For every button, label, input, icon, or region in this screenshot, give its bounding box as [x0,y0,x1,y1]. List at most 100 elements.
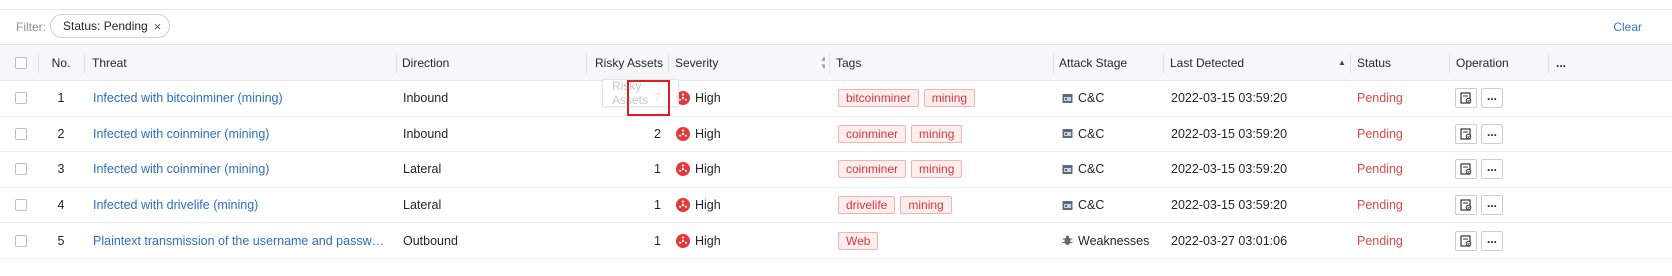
filter-chip-status[interactable]: Status: Pending × [50,14,171,38]
threat-cell: Infected with bitcoinminer (mining) [93,81,390,116]
tag-badge[interactable]: bitcoinminer [838,89,919,108]
risky-assets-count[interactable]: 1 [590,223,661,258]
view-details-button[interactable] [1455,123,1477,144]
last-detected-cell: 2022-03-15 03:59:20 [1171,198,1288,213]
column-divider [1350,53,1351,73]
severity-cell: High [676,223,826,258]
status-badge: Pending [1357,233,1403,248]
filter-label: Filter: [16,20,46,34]
tag-badge[interactable]: mining [911,160,963,179]
header-tags[interactable]: Tags [836,45,1046,80]
more-actions-button[interactable]: ... [1481,159,1503,180]
risky-assets-count[interactable]: 1 [590,188,661,223]
header-last-detected-label: Last Detected [1170,55,1245,70]
row-checkbox-cell[interactable] [11,188,31,223]
view-details-button[interactable] [1455,230,1477,251]
table-row[interactable]: 2 Infected with coinminer (mining) Inbou… [0,116,1672,153]
tag-badge[interactable]: mining [923,89,976,108]
report-icon [1460,235,1472,247]
column-divider [396,53,397,73]
tag-badge[interactable]: mining [911,124,963,143]
attack-stage-cell: C&C [1062,117,1162,152]
sort-icon[interactable]: ▲ ▼ [816,54,825,71]
table-row[interactable]: 1 Infected with bitcoinminer (mining) In… [0,81,1672,117]
threat-cell: Infected with drivelife (mining) [93,188,390,223]
tag-badge[interactable]: drivelife [838,196,896,215]
row-checkbox[interactable] [15,127,27,140]
row-checkbox[interactable] [15,199,27,212]
row-checkbox-cell[interactable] [11,117,31,152]
header-risky-assets[interactable]: Risky Assets [590,45,663,80]
more-actions-button[interactable]: ... [1481,88,1503,109]
cnc-icon [1062,200,1078,211]
header-status[interactable]: Status [1357,45,1445,80]
table-row[interactable]: 5 Plaintext transmission of the username… [0,223,1672,259]
clear-filter-link[interactable]: Clear [1613,20,1642,34]
last-detected-cell: 2022-03-15 03:59:20 [1171,91,1288,106]
row-checkbox[interactable] [15,234,27,247]
close-icon[interactable]: × [154,19,162,34]
table-row[interactable]: 4 Infected with drivelife (mining) Later… [0,187,1672,224]
more-actions-button[interactable]: ... [1481,123,1503,144]
last-detected-cell: 2022-03-15 03:59:20 [1171,126,1288,141]
threat-link[interactable]: Infected with coinminer (mining) [93,127,269,141]
threat-link[interactable]: Infected with bitcoinminer (mining) [93,91,283,105]
attack-stage-label: C&C [1078,91,1105,106]
direction-cell: Lateral [403,198,442,213]
status-badge: Pending [1357,162,1403,177]
row-no: 4 [57,198,65,213]
header-direction[interactable]: Direction [402,45,582,80]
severity-label: High [695,233,721,248]
tag-badge[interactable]: mining [900,196,952,215]
header-severity[interactable]: Severity ▲ ▼ [675,45,825,80]
row-checkbox-cell[interactable] [11,152,31,187]
more-actions-button[interactable]: ... [1481,195,1503,216]
more-actions-button[interactable]: ... [1481,230,1503,251]
row-checkbox[interactable] [15,92,27,105]
operation-cell: ... [1455,152,1545,187]
threat-link[interactable]: Infected with coinminer (mining) [93,162,269,176]
view-details-button[interactable] [1455,195,1477,216]
select-all-checkbox-cell[interactable] [11,45,31,80]
row-checkbox-cell[interactable] [11,81,31,116]
header-no[interactable]: No. [38,45,84,80]
tags-cell: Web [838,223,1048,258]
view-details-button[interactable] [1455,88,1477,109]
last-detected-cell: 2022-03-15 03:59:20 [1171,162,1288,177]
tags-cell: bitcoinminer mining [838,81,1048,116]
tag-badge[interactable]: coinminer [838,160,907,179]
status-badge: Pending [1357,126,1403,141]
select-all-checkbox[interactable] [15,56,27,69]
table-header: No. Threat Direction Risky Assets Severi… [0,44,1672,81]
risky-assets-count[interactable]: 2 [590,117,661,152]
operation-cell: ... [1455,81,1545,116]
ellipsis-icon: ... [1486,196,1497,211]
operation-cell: ... [1455,223,1545,258]
attack-stage-cell: C&C [1062,188,1162,223]
last-detected-cell: 2022-03-27 03:01:06 [1171,233,1288,248]
severity-cell: High [676,117,826,152]
row-checkbox[interactable] [15,163,27,176]
column-settings-icon[interactable]: ... [1556,45,1576,80]
header-attack-stage[interactable]: Attack Stage [1059,45,1159,80]
risky-assets-count[interactable]: 1 [590,152,661,187]
attack-stage-label: Weaknesses [1078,233,1150,248]
threat-link[interactable]: Plaintext transmission of the username a… [93,234,390,248]
tag-badge[interactable]: coinminer [838,124,907,143]
threat-table: No. Threat Direction Risky Assets Severi… [0,44,1672,259]
table-row[interactable]: 3 Infected with coinminer (mining) Later… [0,152,1672,188]
view-details-button[interactable] [1455,159,1477,180]
direction-cell: Inbound [403,91,449,106]
header-threat[interactable]: Threat [92,45,392,80]
direction-cell: Lateral [403,162,442,177]
row-checkbox-cell[interactable] [11,223,31,258]
sort-down-icon: ▼ [820,61,825,71]
row-no: 2 [57,126,65,141]
column-divider [1163,53,1164,73]
sort-icon[interactable]: ▲ [1334,58,1346,67]
radiation-icon [676,233,690,248]
header-last-detected[interactable]: Last Detected ▲ [1170,45,1350,80]
tag-badge[interactable]: Web [838,231,879,250]
threat-link[interactable]: Infected with drivelife (mining) [93,198,258,212]
report-icon [1460,128,1472,140]
